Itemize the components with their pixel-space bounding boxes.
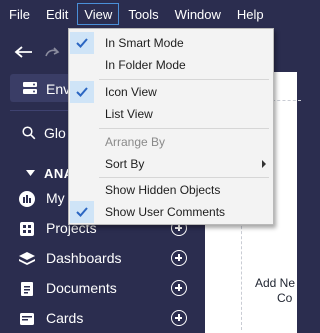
- view-menu-dropdown: In Smart Mode In Folder Mode Icon View L…: [68, 28, 274, 225]
- sidebar-item-label: Documents: [46, 280, 117, 296]
- add-new-text[interactable]: Add Ne Co: [255, 276, 315, 306]
- sidebar-item-dashboards[interactable]: Dashboards: [18, 247, 197, 271]
- menu-item-icon-view[interactable]: Icon View: [69, 81, 273, 103]
- add-card-icon[interactable]: [171, 310, 187, 326]
- add-dashboard-icon[interactable]: [171, 250, 187, 266]
- menu-item-sort-by[interactable]: Sort By: [69, 153, 273, 175]
- menu-help[interactable]: Help: [230, 3, 271, 25]
- menu-item-label: Sort By: [105, 157, 145, 171]
- menu-window[interactable]: Window: [168, 3, 228, 25]
- redo-icon[interactable]: [42, 44, 62, 60]
- menu-item-label: Icon View: [105, 85, 157, 99]
- menu-tools[interactable]: Tools: [121, 3, 165, 25]
- sidebar-item-label: Cards: [46, 310, 84, 326]
- add-new-line2: Co: [277, 291, 293, 305]
- menu-item-arrange-by: Arrange By: [69, 131, 273, 153]
- add-document-icon[interactable]: [171, 280, 187, 296]
- menu-separator: [99, 177, 269, 178]
- menu-item-label: Show User Comments: [105, 205, 226, 219]
- menu-item-smart-mode[interactable]: In Smart Mode: [69, 32, 273, 54]
- menu-view[interactable]: View: [77, 3, 120, 25]
- server-icon: [23, 82, 37, 94]
- sidebar-item-label: My: [46, 190, 65, 206]
- collapse-triangle-icon: [26, 170, 35, 176]
- menu-separator: [99, 79, 269, 80]
- sidebar-item-documents[interactable]: Documents: [18, 277, 197, 301]
- documents-icon: [21, 282, 33, 296]
- my-icon: [19, 191, 35, 207]
- cards-icon: [20, 313, 34, 325]
- sidebar-item-cards[interactable]: Cards: [18, 307, 197, 331]
- menu-item-list-view[interactable]: List View: [69, 103, 273, 125]
- menu-item-show-hidden[interactable]: Show Hidden Objects: [69, 179, 273, 201]
- sidebar-item-label: Dashboards: [46, 250, 122, 266]
- undo-icon[interactable]: [14, 44, 34, 60]
- search-icon: [22, 126, 36, 140]
- menu-item-label: Arrange By: [105, 135, 166, 149]
- add-new-line1: Add Ne: [255, 276, 296, 290]
- menu-item-label: Show Hidden Objects: [105, 183, 221, 197]
- menu-file[interactable]: File: [2, 3, 37, 25]
- menu-item-label: In Smart Mode: [105, 36, 184, 50]
- checkmark-icon: [70, 32, 94, 54]
- submenu-arrow-icon: [262, 160, 266, 168]
- menu-item-label: List View: [105, 107, 153, 121]
- dashboards-icon: [19, 252, 35, 265]
- menu-edit[interactable]: Edit: [39, 3, 75, 25]
- search-label: Glo: [44, 125, 66, 141]
- menu-item-folder-mode[interactable]: In Folder Mode: [69, 54, 273, 76]
- menu-bar: File Edit View Tools Window Help: [0, 0, 297, 28]
- menu-separator: [99, 128, 269, 129]
- checkmark-icon: [70, 81, 94, 103]
- menu-item-label: In Folder Mode: [105, 58, 186, 72]
- checkmark-icon: [70, 201, 94, 223]
- menu-item-show-comments[interactable]: Show User Comments: [69, 201, 273, 223]
- projects-icon: [20, 222, 34, 236]
